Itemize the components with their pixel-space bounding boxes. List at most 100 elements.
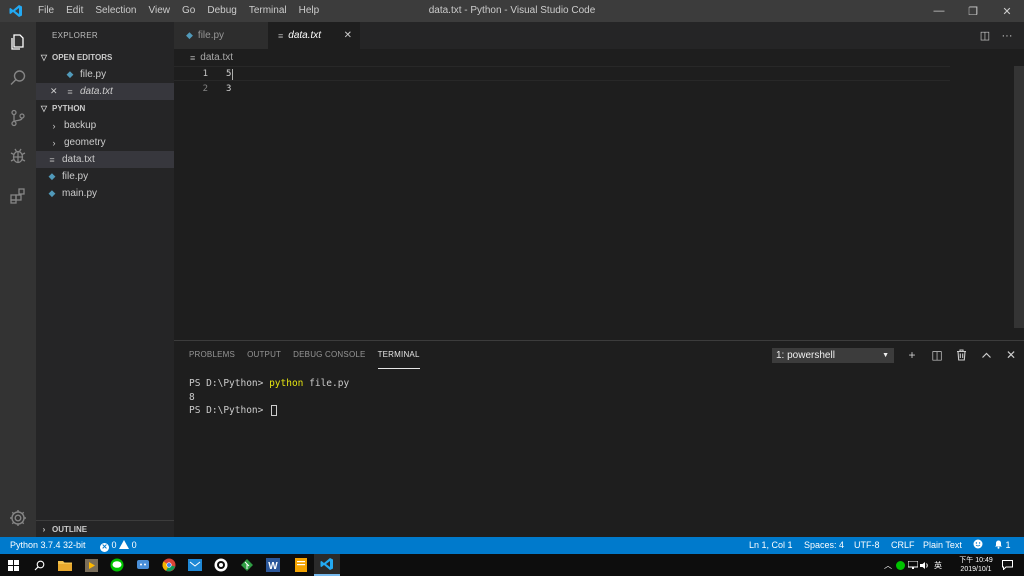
workspace-header[interactable]: ▽ PYTHON [36,100,174,117]
file-explorer-icon[interactable] [52,554,78,576]
menu-bar: File Edit Selection View Go Debug Termin… [32,0,325,22]
encoding[interactable]: UTF-8 [854,537,880,554]
search-icon[interactable] [26,554,52,576]
outline-header[interactable]: › OUTLINE [36,520,174,537]
git-app-icon[interactable] [234,554,260,576]
ime-indicator[interactable]: 英 [934,554,942,576]
file-data-txt[interactable]: ≡ data.txt [36,151,174,168]
taskbar-clock[interactable]: 下午 10:49 2019/10/1 [956,556,996,574]
terminal-command: python [269,378,304,390]
folder-geometry[interactable]: › geometry [36,134,174,151]
text-cursor [232,69,233,80]
tray-chevron-icon[interactable]: ︿ [884,554,892,576]
vscode-taskbar-icon[interactable] [314,554,340,576]
tray-line-icon[interactable] [896,554,905,576]
smiley-icon[interactable] [973,537,983,554]
chrome-icon[interactable] [156,554,182,576]
close-editor-icon[interactable]: ✕ [50,86,64,97]
terminal-output[interactable]: PS D:\Python> python file.py 8 PS D:\Pyt… [189,377,349,418]
extensions-icon[interactable] [0,178,36,214]
tab-label: file.py [197,30,225,41]
chevron-right-icon: › [52,137,56,148]
mail-app-icon[interactable] [182,554,208,576]
tab-data-txt[interactable]: ≡ data.txt ✕ [268,22,360,49]
open-editor-data-txt[interactable]: ✕ ≡ data.txt [36,83,174,100]
menu-go[interactable]: Go [176,0,201,22]
line-text: 3 [226,83,232,94]
text-file-icon: ≡ [67,86,73,97]
open-editors-label: OPEN EDITORS [52,53,113,62]
open-editor-file-py[interactable]: ◆ file.py [36,66,174,83]
sidebar-title: EXPLORER [52,31,98,40]
restore-button[interactable]: ❐ [956,0,990,22]
tab-output[interactable]: OUTPUT [247,341,281,369]
search-icon[interactable] [0,60,36,96]
explorer-icon[interactable] [0,24,36,60]
chevron-down-icon: ▽ [40,104,48,113]
obs-app-icon[interactable] [208,554,234,576]
menu-file[interactable]: File [32,0,60,22]
cursor-position[interactable]: Ln 1, Col 1 [749,537,793,554]
menu-debug[interactable]: Debug [201,0,242,22]
maximize-panel-icon[interactable] [978,347,994,363]
vscode-logo-icon [0,0,32,22]
menu-selection[interactable]: Selection [89,0,142,22]
terminal-line: 8 [189,391,349,405]
activity-bar [0,22,36,537]
more-actions-icon[interactable]: ··· [996,30,1018,42]
line-app-icon[interactable] [104,554,130,576]
vertical-scrollbar[interactable] [1014,66,1024,328]
bell-icon [994,540,1006,550]
gear-icon[interactable] [0,500,36,536]
python-interpreter[interactable]: Python 3.7.4 32-bit [10,537,86,554]
folder-backup[interactable]: › backup [36,117,174,134]
new-terminal-button[interactable]: + [904,347,920,363]
minimize-button[interactable]: — [922,0,956,22]
notes-app-icon[interactable] [288,554,314,576]
split-editor-icon[interactable]: ◫ [974,29,996,42]
debug-icon[interactable] [0,138,36,174]
media-app-icon[interactable] [78,554,104,576]
tab-debug-console[interactable]: DEBUG CONSOLE [293,341,365,369]
menu-help[interactable]: Help [293,0,326,22]
dropdown-arrow-icon: ▼ [882,352,889,359]
close-window-button[interactable]: ✕ [990,0,1024,22]
panel-tabs: PROBLEMS OUTPUT DEBUG CONSOLE TERMINAL [189,341,432,369]
breadcrumb-file[interactable]: data.txt [200,52,233,63]
trash-icon[interactable] [953,347,969,363]
problems-indicator[interactable]: ✕ 0 0 [100,537,137,554]
workspace-label: PYTHON [52,104,86,113]
close-tab-icon[interactable]: ✕ [344,30,352,41]
language-mode[interactable]: Plain Text [923,537,962,554]
tab-file-py[interactable]: ◆ file.py [174,22,268,49]
open-editors-header[interactable]: ▽ OPEN EDITORS [36,49,174,66]
split-terminal-button[interactable]: ◫ [929,347,945,363]
indentation[interactable]: Spaces: 4 [804,537,844,554]
bottom-panel: PROBLEMS OUTPUT DEBUG CONSOLE TERMINAL 1… [174,340,1024,537]
speaker-icon[interactable] [920,554,930,576]
line-ending[interactable]: CRLF [891,537,915,554]
file-file-py[interactable]: ◆ file.py [36,168,174,185]
windows-start-icon[interactable] [0,554,26,576]
chat-app-icon[interactable] [130,554,156,576]
text-file-icon: ≡ [278,30,284,41]
tab-problems[interactable]: PROBLEMS [189,341,235,369]
notifications[interactable]: 1 [994,537,1011,554]
open-editor-label: data.txt [80,86,113,97]
svg-text:W: W [268,561,278,572]
terminal-select[interactable]: 1: powershell ▼ [772,348,894,363]
source-control-icon[interactable] [0,100,36,136]
file-main-py[interactable]: ◆ main.py [36,185,174,202]
close-panel-button[interactable]: ✕ [1003,347,1019,363]
menu-view[interactable]: View [143,0,177,22]
network-icon[interactable] [908,554,918,576]
action-center-icon[interactable] [1002,554,1013,576]
code-editor[interactable]: 1 5 2 3 [174,66,1024,340]
outline-label: OUTLINE [52,524,88,534]
menu-edit[interactable]: Edit [60,0,89,22]
word-icon[interactable]: W [260,554,286,576]
tab-terminal[interactable]: TERMINAL [377,341,420,369]
chevron-down-icon: ▽ [40,53,48,62]
tree-item-label: backup [64,120,97,131]
menu-terminal[interactable]: Terminal [243,0,293,22]
